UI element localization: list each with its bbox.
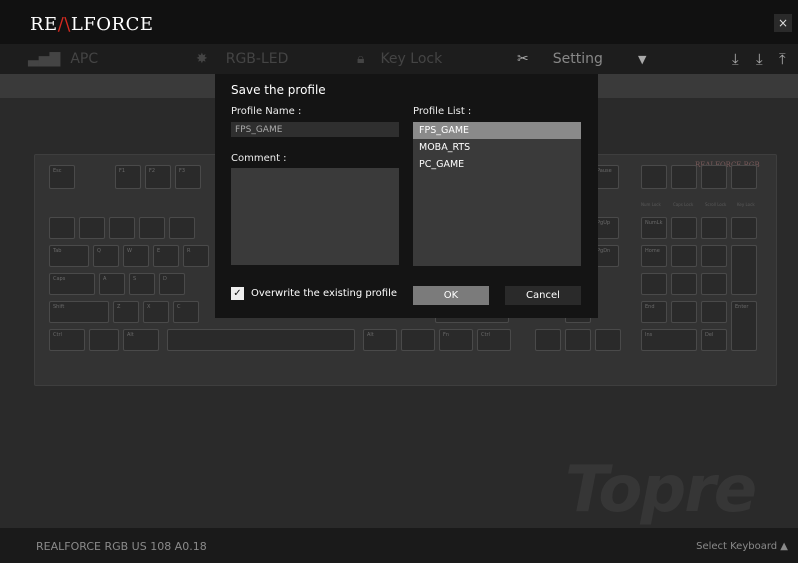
tab-setting[interactable]: ✂ Setting <box>517 44 603 74</box>
overwrite-option[interactable]: ✓ Overwrite the existing profile <box>231 287 397 300</box>
profile-list-item[interactable]: PC_GAME <box>413 156 581 173</box>
key-numlock[interactable]: NumLk <box>641 217 667 239</box>
key[interactable] <box>139 217 165 239</box>
status-bar: REALFORCE RGB US 108 A0.18 Select Keyboa… <box>0 528 798 563</box>
key-caps[interactable]: Caps <box>49 273 95 295</box>
profile-name-input[interactable] <box>231 122 399 137</box>
key-q[interactable]: Q <box>93 245 119 267</box>
save-profile-dialog: Save the profile Profile Name : Comment … <box>215 74 598 318</box>
key[interactable] <box>671 301 697 323</box>
profile-list-item[interactable]: MOBA_RTS <box>413 139 581 156</box>
key-home[interactable]: Home <box>641 245 667 267</box>
key-d[interactable]: D <box>159 273 185 295</box>
sun-icon: ✸ <box>196 51 208 67</box>
app-window: RE/\LFORCE × ▃▅▇ APC ✸ RGB-LED 🔒︎ Key Lo… <box>0 0 798 563</box>
key-end[interactable]: End <box>641 301 667 323</box>
key-numpad-0[interactable]: Ins <box>641 329 697 351</box>
key-c[interactable]: C <box>173 301 199 323</box>
tab-rgb-led[interactable]: ✸ RGB-LED <box>196 44 288 74</box>
key-arrow-down[interactable] <box>565 329 591 351</box>
close-button[interactable]: × <box>774 14 792 32</box>
key[interactable] <box>79 217 105 239</box>
key-r[interactable]: R <box>183 245 209 267</box>
download-icon[interactable]: ⤓ <box>756 50 763 68</box>
key[interactable] <box>641 273 667 295</box>
key[interactable] <box>701 273 727 295</box>
key-s[interactable]: S <box>129 273 155 295</box>
apc-icon: ▃▅▇ <box>28 51 61 67</box>
key-numpad-del[interactable]: Del <box>701 329 727 351</box>
key[interactable] <box>109 217 135 239</box>
key[interactable] <box>701 217 727 239</box>
key-shift[interactable]: Shift <box>49 301 109 323</box>
key-z[interactable]: Z <box>113 301 139 323</box>
key-f3[interactable]: F3 <box>175 165 201 189</box>
setting-dropdown-icon[interactable]: ▼ <box>638 44 646 74</box>
key[interactable] <box>671 273 697 295</box>
key-numpad[interactable] <box>671 165 697 189</box>
tab-key-lock[interactable]: 🔒︎ Key Lock <box>357 44 442 74</box>
key-numpad[interactable] <box>701 165 727 189</box>
key-win[interactable] <box>89 329 119 351</box>
ok-button[interactable]: OK <box>413 286 489 305</box>
download-keyboard-icon[interactable]: ⤓ <box>732 50 739 68</box>
key-space[interactable] <box>167 329 355 351</box>
key-numpad[interactable] <box>731 165 757 189</box>
profile-list[interactable]: FPS_GAME MOBA_RTS PC_GAME <box>413 122 581 266</box>
comment-textarea[interactable] <box>231 168 399 265</box>
overwrite-label: Overwrite the existing profile <box>251 288 397 299</box>
key[interactable] <box>701 245 727 267</box>
key-fn[interactable]: Fn <box>439 329 473 351</box>
lock-icon: 🔒︎ <box>357 51 365 67</box>
dialog-title: Save the profile <box>231 83 326 97</box>
indicator-scroll-lock: Scroll Lock <box>705 202 727 207</box>
key-ctrl[interactable]: Ctrl <box>49 329 85 351</box>
key-arrow-right[interactable] <box>595 329 621 351</box>
key-alt[interactable]: Alt <box>123 329 159 351</box>
overwrite-checkbox[interactable]: ✓ <box>231 287 244 300</box>
key-x[interactable]: X <box>143 301 169 323</box>
key[interactable] <box>731 217 757 239</box>
key-numpad-plus[interactable] <box>731 245 757 295</box>
key-ctrl-right[interactable]: Ctrl <box>477 329 511 351</box>
indicator-num-lock: Num Lock <box>641 202 661 207</box>
key-win-right[interactable] <box>401 329 435 351</box>
key-tab[interactable]: Tab <box>49 245 89 267</box>
upload-icon[interactable]: ⤒ <box>779 50 786 68</box>
key-numpad-enter[interactable]: Enter <box>731 301 757 351</box>
key-numpad[interactable] <box>641 165 667 189</box>
key[interactable] <box>671 245 697 267</box>
key[interactable] <box>701 301 727 323</box>
topre-watermark: Topre <box>565 453 757 527</box>
title-bar: RE/\LFORCE × <box>0 0 798 44</box>
key-f1[interactable]: F1 <box>115 165 141 189</box>
key-e[interactable]: E <box>153 245 179 267</box>
tools-icon: ✂ <box>517 51 529 67</box>
key-w[interactable]: W <box>123 245 149 267</box>
key-f2[interactable]: F2 <box>145 165 171 189</box>
profile-list-label: Profile List : <box>413 106 472 117</box>
comment-label: Comment : <box>231 153 287 164</box>
tab-apc[interactable]: ▃▅▇ APC <box>28 44 98 74</box>
key-alt-right[interactable]: Alt <box>363 329 397 351</box>
key[interactable] <box>671 217 697 239</box>
key-a[interactable]: A <box>99 273 125 295</box>
key[interactable] <box>49 217 75 239</box>
key-arrow-left[interactable] <box>535 329 561 351</box>
profile-list-item[interactable]: FPS_GAME <box>413 122 581 139</box>
indicator-key-lock: Key Lock <box>737 202 755 207</box>
select-keyboard-button[interactable]: Select Keyboard ▲ <box>696 541 788 552</box>
cancel-button[interactable]: Cancel <box>505 286 581 305</box>
realforce-logo: RE/\LFORCE <box>30 14 154 35</box>
profile-name-label: Profile Name : <box>231 106 302 117</box>
indicator-caps-lock: Caps Lock <box>673 202 694 207</box>
tab-bar: ▃▅▇ APC ✸ RGB-LED 🔒︎ Key Lock ✂ Setting … <box>0 44 798 74</box>
key-esc[interactable]: Esc <box>49 165 75 189</box>
keyboard-model-label: REALFORCE RGB US 108 A0.18 <box>36 540 207 553</box>
key[interactable] <box>169 217 195 239</box>
